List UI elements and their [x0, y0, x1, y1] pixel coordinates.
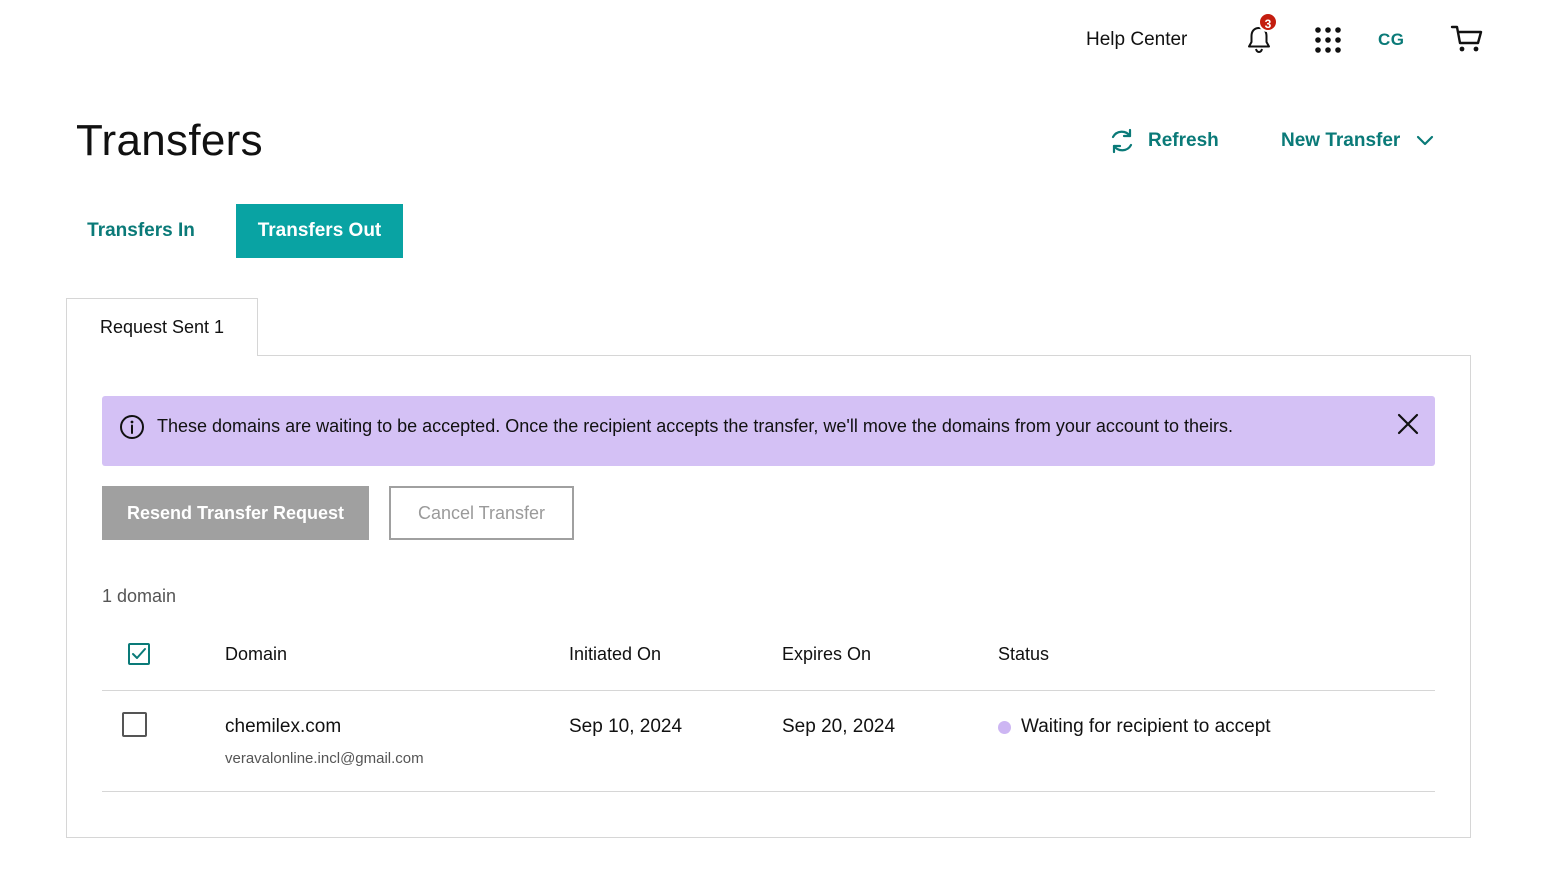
- notification-badge: 3: [1258, 12, 1278, 32]
- recipient-email: veravalonline.incl@gmail.com: [225, 750, 424, 767]
- table-divider: [102, 791, 1435, 792]
- table-divider: [102, 690, 1435, 691]
- domain-name[interactable]: chemilex.com: [225, 716, 341, 738]
- refresh-label: Refresh: [1148, 130, 1219, 151]
- close-icon[interactable]: [1396, 412, 1420, 436]
- expires-on-date: Sep 20, 2024: [782, 716, 896, 737]
- help-center-link[interactable]: Help Center: [1086, 29, 1187, 51]
- status-text: Waiting for recipient to accept: [1021, 716, 1271, 737]
- status-dot: [998, 721, 1011, 734]
- row-checkbox[interactable]: [122, 712, 147, 737]
- refresh-button[interactable]: Refresh: [1108, 127, 1219, 155]
- column-header-domain[interactable]: Domain: [225, 644, 287, 665]
- top-header: Help Center 3 CG: [0, 0, 1542, 80]
- apps-grid-icon[interactable]: [1314, 26, 1342, 54]
- info-icon: [120, 415, 144, 439]
- checkmark-icon: [132, 648, 146, 659]
- initiated-on-date: Sep 10, 2024: [569, 716, 683, 737]
- column-header-expires-on[interactable]: Expires On: [782, 644, 871, 665]
- subtab-request-sent[interactable]: Request Sent 1: [66, 298, 258, 356]
- alert-message: These domains are waiting to be accepted…: [157, 416, 1233, 436]
- tab-transfers-out[interactable]: Transfers Out: [236, 204, 403, 258]
- new-transfer-label: New Transfer: [1281, 130, 1401, 151]
- tab-transfers-in[interactable]: Transfers In: [66, 204, 216, 258]
- domain-count: 1 domain: [102, 586, 177, 606]
- refresh-icon: [1111, 128, 1133, 154]
- page-title: Transfers: [76, 116, 263, 165]
- cancel-transfer-button[interactable]: Cancel Transfer: [389, 486, 574, 540]
- user-avatar[interactable]: CG: [1378, 30, 1405, 50]
- select-all-checkbox[interactable]: [128, 643, 150, 665]
- column-header-initiated-on[interactable]: Initiated On: [569, 644, 661, 665]
- resend-transfer-button[interactable]: Resend Transfer Request: [102, 486, 369, 540]
- new-transfer-dropdown[interactable]: New Transfer: [1281, 130, 1434, 152]
- chevron-down-icon: [1417, 135, 1434, 146]
- column-header-status[interactable]: Status: [998, 644, 1049, 665]
- cart-icon[interactable]: [1450, 24, 1484, 54]
